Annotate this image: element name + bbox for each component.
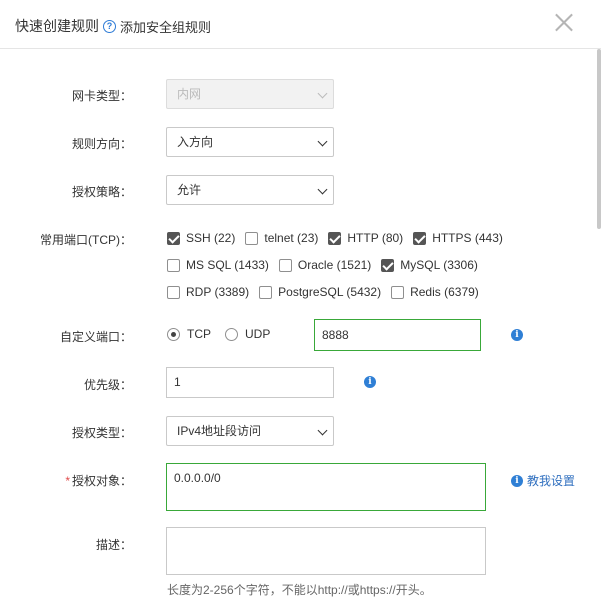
protocol-tcp-radio[interactable]: TCP <box>167 327 211 341</box>
info-icon: i <box>511 474 523 487</box>
create-rule-dialog: 快速创建规则 ? 添加安全组规则 网卡类型： 内网 规则方向： 入方向 授权策略… <box>0 0 601 613</box>
port-option-mssql[interactable]: MS SQL (1433) <box>167 258 269 272</box>
nic-type-value: 内网 <box>177 87 202 101</box>
protocol-udp-label: UDP <box>245 327 271 341</box>
scrollbar[interactable] <box>597 49 601 229</box>
priority-label: 优先级： <box>83 378 132 392</box>
close-icon[interactable] <box>553 11 575 33</box>
checkbox[interactable] <box>245 231 259 245</box>
info-icon[interactable]: i <box>364 376 376 388</box>
auth-type-select[interactable]: IPv4地址段访问 <box>166 416 334 446</box>
auth-type-label: 授权类型： <box>71 426 132 440</box>
checkbox[interactable] <box>167 285 180 299</box>
direction-select[interactable]: 入方向 <box>166 127 334 157</box>
port-option-label: HTTP (80) <box>347 231 404 245</box>
custom-port-label: 自定义端口： <box>59 330 132 344</box>
description-textarea[interactable] <box>166 527 486 575</box>
protocol-tcp-label: TCP <box>187 327 211 341</box>
question-icon: ? <box>103 20 116 33</box>
auth-object-textarea[interactable]: 0.0.0.0/0 <box>166 463 486 511</box>
port-option-label: HTTPS (443) <box>432 231 503 245</box>
checkbox[interactable] <box>167 231 180 245</box>
radio-button[interactable] <box>225 327 238 341</box>
port-option-rdp[interactable]: RDP (3389) <box>167 285 249 299</box>
port-option-label: telnet (23) <box>264 231 319 245</box>
checkbox[interactable] <box>381 258 395 272</box>
port-option-label: PostgreSQL (5432) <box>278 285 382 299</box>
port-option-label: Redis (6379) <box>410 285 479 299</box>
port-option-label: MySQL (3306) <box>400 258 478 272</box>
required-mark: * <box>65 474 70 488</box>
ports-row-3: RDP (3389) PostgreSQL (5432) Redis (6379… <box>167 285 489 299</box>
auth-type-value: IPv4地址段访问 <box>177 424 262 438</box>
checkbox[interactable] <box>413 231 427 245</box>
checkbox[interactable] <box>328 231 342 245</box>
port-option-label: Oracle (1521) <box>297 258 372 272</box>
port-option-redis[interactable]: Redis (6379) <box>391 285 479 299</box>
checkbox[interactable] <box>167 258 180 272</box>
port-option-postgresql[interactable]: PostgreSQL (5432) <box>259 285 381 299</box>
checkbox[interactable] <box>259 285 273 299</box>
port-option-ssh[interactable]: SSH (22) <box>167 231 235 245</box>
ports-label: 常用端口(TCP)： <box>40 233 132 247</box>
direction-label: 规则方向： <box>71 137 132 151</box>
description-hint: 长度为2-256个字符，不能以http://或https://开头。 <box>167 583 432 597</box>
chevron-down-icon <box>317 88 328 99</box>
auth-object-label: * 授权对象： <box>2 472 132 489</box>
radio-button[interactable] <box>167 327 180 341</box>
nic-type-label: 网卡类型： <box>71 89 132 103</box>
port-option-label: SSH (22) <box>186 231 236 245</box>
policy-label: 授权策略： <box>71 185 132 199</box>
port-option-oracle[interactable]: Oracle (1521) <box>278 258 372 272</box>
add-rule-help-text: 添加安全组规则 <box>120 20 212 35</box>
dialog-header: 快速创建规则 ? 添加安全组规则 <box>0 0 601 49</box>
ports-row-1: SSH (22) telnet (23) HTTP (80) HTTPS (44… <box>167 231 513 245</box>
port-option-http[interactable]: HTTP (80) <box>328 231 403 245</box>
dialog-title: 快速创建规则 <box>15 18 99 34</box>
description-label: 描述： <box>95 538 132 552</box>
port-option-label: RDP (3389) <box>186 285 250 299</box>
policy-value: 允许 <box>177 183 202 197</box>
port-option-telnet[interactable]: telnet (23) <box>245 231 318 245</box>
port-option-https[interactable]: HTTPS (443) <box>413 231 503 245</box>
checkbox[interactable] <box>278 258 292 272</box>
chevron-down-icon <box>317 136 328 147</box>
add-rule-help-link[interactable]: ? 添加安全组规则 <box>103 17 211 36</box>
checkbox[interactable] <box>391 285 405 299</box>
auth-object-label-text: 授权对象： <box>71 474 132 488</box>
protocol-udp-radio[interactable]: UDP <box>225 327 270 341</box>
priority-input[interactable]: 1 <box>166 367 334 398</box>
ports-row-2: MS SQL (1433) Oracle (1521) MySQL (3306) <box>167 258 488 272</box>
port-option-mysql[interactable]: MySQL (3306) <box>381 258 478 272</box>
info-icon[interactable]: i <box>511 329 523 341</box>
nic-type-select: 内网 <box>166 79 334 109</box>
custom-port-input[interactable]: 8888 <box>314 319 481 351</box>
chevron-down-icon <box>317 184 328 195</box>
tutorial-link[interactable]: i 教我设置 <box>511 472 575 489</box>
policy-select[interactable]: 允许 <box>166 175 334 205</box>
tutorial-link-text: 教我设置 <box>527 474 576 488</box>
direction-value: 入方向 <box>177 135 214 149</box>
port-option-label: MS SQL (1433) <box>186 258 269 272</box>
chevron-down-icon <box>317 425 328 436</box>
